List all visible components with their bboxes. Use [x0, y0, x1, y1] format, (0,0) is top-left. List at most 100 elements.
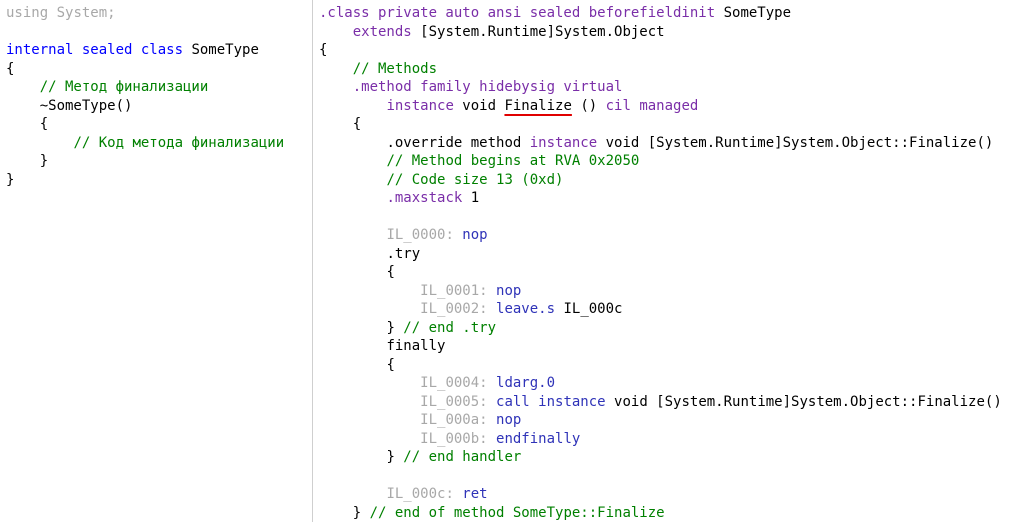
- finally-keyword: finally: [386, 338, 446, 354]
- using-keyword: using: [6, 5, 49, 21]
- try-keyword: .try: [386, 245, 421, 262]
- brace: }: [386, 319, 404, 336]
- extends-type: [System.Runtime]System.Object: [411, 23, 665, 40]
- code-line: // Код метода финализации: [6, 134, 312, 153]
- il-opcode: nop: [487, 412, 522, 428]
- override-target: void [System.Runtime]System.Object::Fina…: [597, 134, 994, 151]
- code-line: IL_0000: nop: [319, 226, 1014, 245]
- class-directive: .class private auto ansi sealed beforefi…: [319, 5, 716, 21]
- il-label: IL_0000:: [386, 227, 454, 243]
- code-line: internal sealed class SomeType: [6, 41, 312, 60]
- code-line: .try: [319, 245, 1014, 264]
- maxstack-value: 1: [462, 190, 480, 206]
- comment: // end of method SomeType::Finalize: [369, 504, 665, 521]
- brace: }: [39, 153, 49, 169]
- code-line: extends [System.Runtime]System.Object: [319, 23, 1014, 42]
- comment: // Method begins at RVA 0x2050: [386, 153, 640, 169]
- il-opcode: ldarg.0: [487, 375, 556, 391]
- il-opcode: ret: [453, 486, 488, 502]
- code-line: {: [6, 60, 312, 79]
- csharp-code: using System; internal sealed class Some…: [0, 0, 312, 189]
- destructor-signature: ~SomeType(): [39, 97, 133, 114]
- void-keyword: void: [453, 97, 505, 114]
- class-keywords: internal sealed class: [6, 42, 184, 58]
- code-line: .class private auto ansi sealed beforefi…: [319, 4, 1014, 23]
- code-line: IL_000a: nop: [319, 411, 1014, 430]
- code-line: using System;: [6, 4, 312, 23]
- code-line: // Methods: [319, 60, 1014, 79]
- code-line: IL_0004: ldarg.0: [319, 374, 1014, 393]
- code-line: }: [6, 171, 312, 190]
- instance-keyword: instance: [521, 134, 598, 151]
- il-operand: void [System.Runtime]System.Object::Fina…: [605, 393, 1002, 410]
- il-opcode: endfinally: [487, 430, 581, 447]
- code-line: .maxstack 1: [319, 189, 1014, 208]
- comment: // Methods: [352, 60, 438, 77]
- code-line: {: [319, 41, 1014, 60]
- il-opcode: nop: [487, 282, 522, 299]
- il-code-pane: .class private auto ansi sealed beforefi…: [313, 0, 1014, 522]
- il-opcode: nop: [453, 227, 488, 243]
- code-line: // Method begins at RVA 0x2050: [319, 152, 1014, 171]
- finalize-method-name: Finalize: [504, 97, 572, 114]
- csharp-code-pane: using System; internal sealed class Some…: [0, 0, 312, 522]
- extends-keyword: extends: [352, 23, 412, 40]
- code-line: .method family hidebysig virtual: [319, 78, 1014, 97]
- code-line: {: [319, 115, 1014, 134]
- code-line: IL_0002: leave.s IL_000c: [319, 300, 1014, 319]
- il-label: IL_000c:: [386, 486, 454, 502]
- code-line: {: [6, 115, 312, 134]
- brace: {: [6, 60, 15, 77]
- comment: // Код метода финализации: [73, 134, 285, 151]
- brace: {: [319, 42, 328, 58]
- override-directive: .override method: [386, 134, 522, 151]
- il-label: IL_000b:: [420, 430, 488, 447]
- code-line: IL_0005: call instance void [System.Runt…: [319, 393, 1014, 412]
- il-code: .class private auto ansi sealed beforefi…: [313, 0, 1014, 522]
- instance-keyword: instance: [386, 97, 454, 114]
- class-name: SomeType: [715, 5, 792, 21]
- comment: // Метод финализации: [39, 79, 209, 95]
- il-label: IL_0002:: [420, 301, 488, 317]
- class-name: SomeType: [183, 42, 259, 58]
- code-line: {: [319, 356, 1014, 375]
- il-opcode: leave.s: [487, 301, 556, 317]
- using-namespace: System;: [48, 5, 116, 21]
- code-line: } // end handler: [319, 448, 1014, 467]
- il-operand: IL_000c: [555, 301, 623, 317]
- code-line: finally: [319, 337, 1014, 356]
- maxstack-directive: .maxstack: [386, 190, 463, 206]
- method-directive: .method family hidebysig virtual: [352, 79, 623, 95]
- code-line: } // end of method SomeType::Finalize: [319, 504, 1014, 522]
- code-line: // Метод финализации: [6, 78, 312, 97]
- brace: {: [39, 116, 49, 132]
- brace: }: [6, 171, 15, 188]
- brace: }: [386, 449, 404, 465]
- code-line: IL_0001: nop: [319, 282, 1014, 301]
- code-line: .override method instance void [System.R…: [319, 134, 1014, 153]
- brace: {: [352, 116, 362, 132]
- il-label: IL_0005:: [420, 393, 488, 410]
- code-line: IL_000c: ret: [319, 485, 1014, 504]
- code-line: IL_000b: endfinally: [319, 430, 1014, 449]
- brace: }: [352, 504, 370, 521]
- il-label: IL_0001:: [420, 282, 488, 299]
- brace: {: [386, 264, 395, 280]
- il-label: IL_0004:: [420, 375, 488, 391]
- code-line: instance void Finalize () cil managed: [319, 97, 1014, 116]
- brace: {: [386, 356, 395, 373]
- cil-managed-keyword: cil managed: [605, 97, 699, 114]
- comment: // end handler: [403, 449, 522, 465]
- il-opcode: call instance: [487, 393, 606, 410]
- code-line: }: [6, 152, 312, 171]
- comment: // Code size 13 (0xd): [386, 171, 564, 188]
- code-line: } // end .try: [319, 319, 1014, 338]
- code-line: {: [319, 263, 1014, 282]
- code-line: // Code size 13 (0xd): [319, 171, 1014, 190]
- code-line: ~SomeType(): [6, 97, 312, 116]
- il-label: IL_000a:: [420, 412, 488, 428]
- parens: (): [571, 97, 606, 114]
